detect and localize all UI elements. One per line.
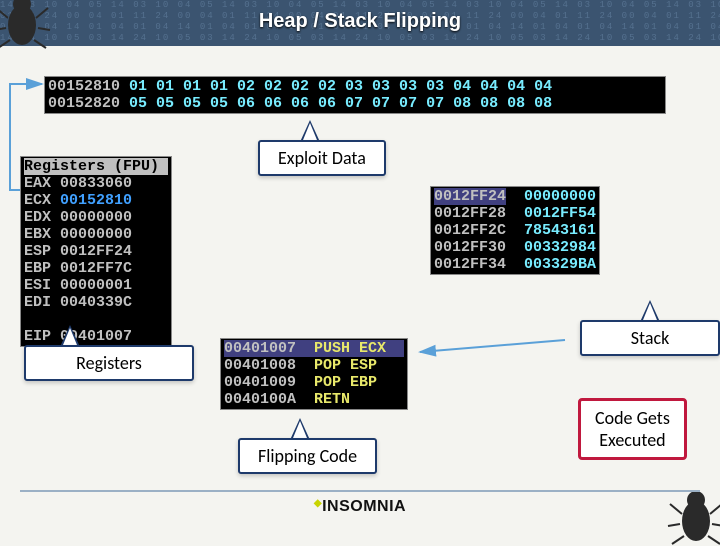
disassembly-panel: 00401007 PUSH ECX 00401008 POP ESP 00401… [220,338,408,410]
code-executed-label: Code Gets Executed [578,398,687,460]
exploit-data-label: Exploit Data [258,140,386,176]
registers-label: Registers [24,345,194,381]
exploit-data-pointer [300,120,320,142]
footer-divider [20,490,700,492]
registers-pointer [60,325,80,347]
slide-title: Heap / Stack Flipping [0,10,720,33]
bug-decoration-tl [0,0,52,50]
flipping-code-label: Flipping Code [238,438,377,474]
stack-panel: 0012FF24 00000000 0012FF28 0012FF54 0012… [430,186,600,275]
flipping-code-pointer [290,418,310,440]
stack-pointer [640,300,660,322]
stack-label: Stack [580,320,720,356]
footer-logo: ◆INSOMNIA [0,498,720,516]
slide-header: 14 03 10 04 05 14 03 10 04 05 14 03 10 0… [0,0,720,46]
memory-dump: 00152810 01 01 01 01 02 02 02 02 03 03 0… [44,76,666,114]
bug-decoration-br [666,486,720,546]
registers-panel: Registers (FPU) EAX 00833060 ECX 0015281… [20,156,172,347]
